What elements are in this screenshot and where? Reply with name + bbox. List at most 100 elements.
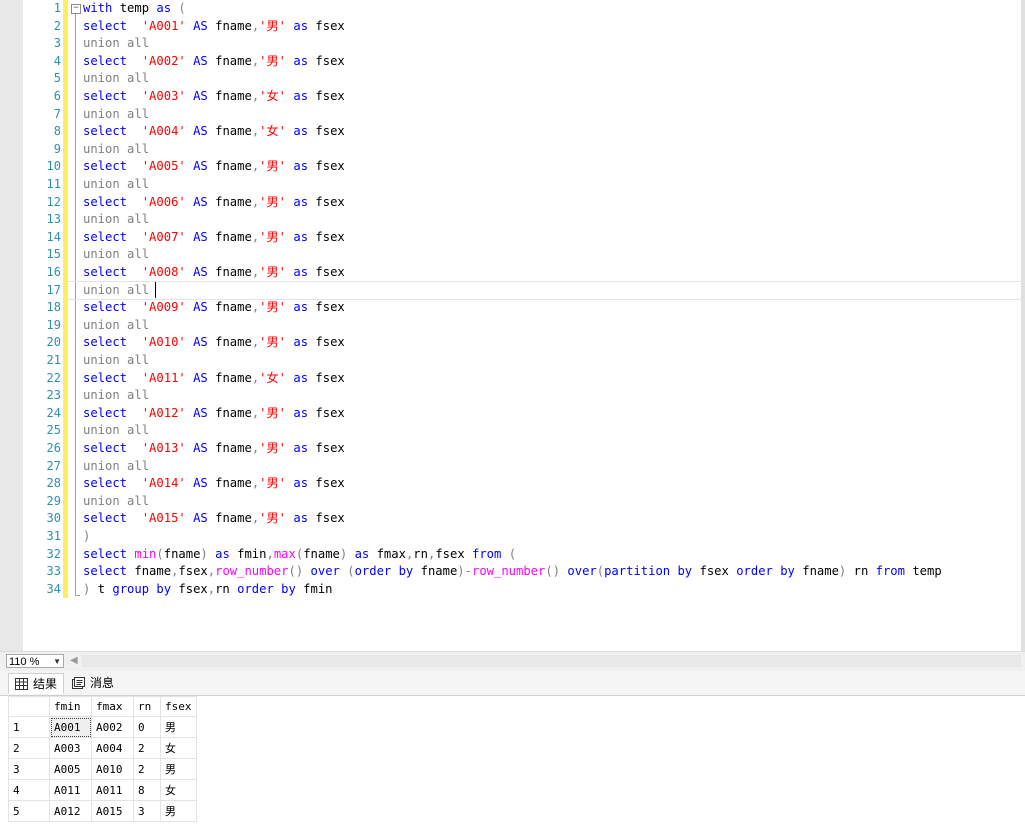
code-line[interactable]: select 'A013' AS fname,'男' as fsex [83, 440, 345, 458]
code-line[interactable]: select 'A008' AS fname,'男' as fsex [83, 264, 345, 282]
code-token: fmax [369, 546, 406, 561]
code-token: as [293, 89, 309, 103]
row-number[interactable]: 1 [8, 716, 50, 738]
code-line[interactable]: union all [83, 387, 149, 405]
table-row[interactable]: 2 A003 A004 2 女 [8, 737, 197, 759]
code-line[interactable]: union all [83, 246, 149, 264]
code-line[interactable]: union all [83, 176, 149, 194]
code-token: () [288, 564, 304, 579]
grid-cell-fmin[interactable]: A001 [49, 716, 92, 738]
code-token: union all [83, 71, 150, 86]
code-line[interactable]: select 'A012' AS fname,'男' as fsex [83, 405, 345, 423]
code-token: fsex [308, 194, 345, 209]
code-line[interactable]: ) t group by fsex,rn order by fmin [83, 581, 333, 599]
row-number[interactable]: 3 [8, 758, 50, 780]
code-line[interactable]: union all [83, 141, 149, 159]
code-line[interactable]: union all [83, 282, 149, 300]
table-row[interactable]: 4 A011 A011 8 女 [8, 779, 197, 801]
code-line[interactable]: select 'A005' AS fname,'男' as fsex [83, 158, 345, 176]
chevron-left-icon[interactable]: ◀ [70, 655, 78, 666]
grid-cell-fmax[interactable]: A015 [91, 800, 134, 822]
code-token: fname [207, 441, 252, 455]
grid-cell-rn[interactable]: 3 [133, 800, 161, 822]
grid-cell-fsex[interactable]: 男 [160, 800, 197, 822]
table-row[interactable]: 3 A005 A010 2 男 [8, 758, 197, 780]
grid-cell-rn[interactable]: 8 [133, 779, 161, 801]
grid-cell-fmin[interactable]: A011 [49, 779, 92, 801]
code-line[interactable]: select 'A014' AS fname,'男' as fsex [83, 475, 345, 493]
grid-cell-fsex[interactable]: 女 [160, 779, 197, 801]
grid-cell-fmin[interactable]: A012 [49, 800, 92, 822]
table-row[interactable]: 5 A012 A015 3 男 [8, 800, 197, 822]
collapse-toggle-icon[interactable]: − [71, 4, 81, 14]
grid-cell-rn[interactable]: 0 [133, 716, 161, 738]
results-grid[interactable]: fmin fmax rn fsex 1 A001 A002 0 男 2 A003… [8, 696, 197, 822]
code-line[interactable]: select 'A006' AS fname,'男' as fsex [83, 194, 345, 212]
code-line[interactable]: select min(fname) as fmin,max(fname) as … [83, 546, 516, 564]
code-line[interactable]: union all [83, 35, 149, 53]
grid-cell-fmin[interactable]: A003 [49, 737, 92, 759]
row-number[interactable]: 4 [8, 779, 50, 801]
grid-cell-rn[interactable]: 2 [133, 737, 161, 759]
code-line[interactable]: union all [83, 422, 149, 440]
code-line[interactable]: select 'A011' AS fname,'女' as fsex [83, 370, 345, 388]
code-line[interactable]: select 'A010' AS fname,'男' as fsex [83, 334, 345, 352]
grid-cell-fsex[interactable]: 男 [160, 758, 197, 780]
grid-cell-fsex[interactable]: 男 [160, 716, 197, 738]
line-number: 10 [46, 159, 61, 174]
column-header-fsex[interactable]: fsex [160, 696, 197, 717]
code-token: select [83, 405, 128, 420]
chevron-down-icon[interactable]: ▼ [53, 655, 61, 669]
horizontal-scrollbar[interactable] [82, 655, 1021, 667]
code-line[interactable]: union all [83, 458, 149, 476]
code-line[interactable]: select 'A001' AS fname,'男' as fsex [83, 18, 345, 36]
row-number[interactable]: 5 [8, 800, 50, 822]
row-number[interactable]: 2 [8, 737, 50, 759]
code-line[interactable]: union all [83, 317, 149, 335]
code-token: as [293, 159, 309, 174]
code-line[interactable]: union all [83, 106, 149, 124]
code-token: as [156, 1, 172, 15]
code-token: over [567, 564, 597, 579]
grid-cell-fmax[interactable]: A010 [91, 758, 134, 780]
grid-cell-fsex[interactable]: 女 [160, 737, 197, 759]
code-line[interactable]: ) [83, 528, 90, 546]
code-line[interactable]: select 'A003' AS fname,'女' as fsex [83, 88, 345, 106]
grid-cell-fmax[interactable]: A002 [91, 716, 134, 738]
column-header-fmin[interactable]: fmin [49, 696, 92, 717]
vertical-scrollbar[interactable] [1021, 0, 1025, 651]
code-line[interactable]: select fname,fsex,row_number() over (ord… [83, 563, 942, 581]
grid-cell-rn[interactable]: 2 [133, 758, 161, 780]
line-number: 6 [53, 89, 61, 103]
grid-cell-fmax[interactable]: A011 [91, 779, 134, 801]
sql-editor[interactable]: 1 2 3 4 5 6 7 8 9 10 11 12 13 14 15 16 17 18 19 20 21 22 23 24 2… [0, 0, 1025, 651]
code-line[interactable]: with temp as ( [83, 0, 186, 18]
code-line[interactable]: select 'A002' AS fname,'男' as fsex [83, 53, 345, 71]
code-line[interactable]: union all [83, 211, 149, 229]
tab-messages[interactable]: 消息 [66, 673, 120, 694]
code-line[interactable]: select 'A007' AS fname,'男' as fsex [83, 229, 345, 247]
grid-corner[interactable] [8, 696, 50, 717]
code-token: as [215, 546, 230, 561]
grid-cell-fmax[interactable]: A004 [91, 737, 134, 759]
column-header-rn[interactable]: rn [133, 696, 161, 717]
code-token: 'A012' [141, 405, 186, 420]
code-token: order by [354, 564, 414, 579]
code-line[interactable]: select 'A004' AS fname,'女' as fsex [83, 123, 345, 141]
results-pane: fmin fmax rn fsex 1 A001 A002 0 男 2 A003… [0, 696, 1025, 839]
code-line[interactable]: union all [83, 352, 149, 370]
text-caret [155, 282, 156, 298]
code-line[interactable]: select 'A015' AS fname,'男' as fsex [83, 510, 345, 528]
grid-cell-fmin[interactable]: A005 [49, 758, 92, 780]
table-row[interactable]: 1 A001 A002 0 男 [8, 716, 197, 738]
code-line[interactable]: select 'A009' AS fname,'男' as fsex [83, 299, 345, 317]
code-line[interactable]: union all [83, 70, 149, 88]
tab-results[interactable]: 结果 [8, 673, 65, 694]
code-token: rn [413, 546, 428, 561]
column-header-fmax[interactable]: fmax [91, 696, 134, 717]
zoom-select[interactable]: 110 % ▼ [6, 654, 64, 668]
code-line[interactable]: union all [83, 493, 149, 511]
